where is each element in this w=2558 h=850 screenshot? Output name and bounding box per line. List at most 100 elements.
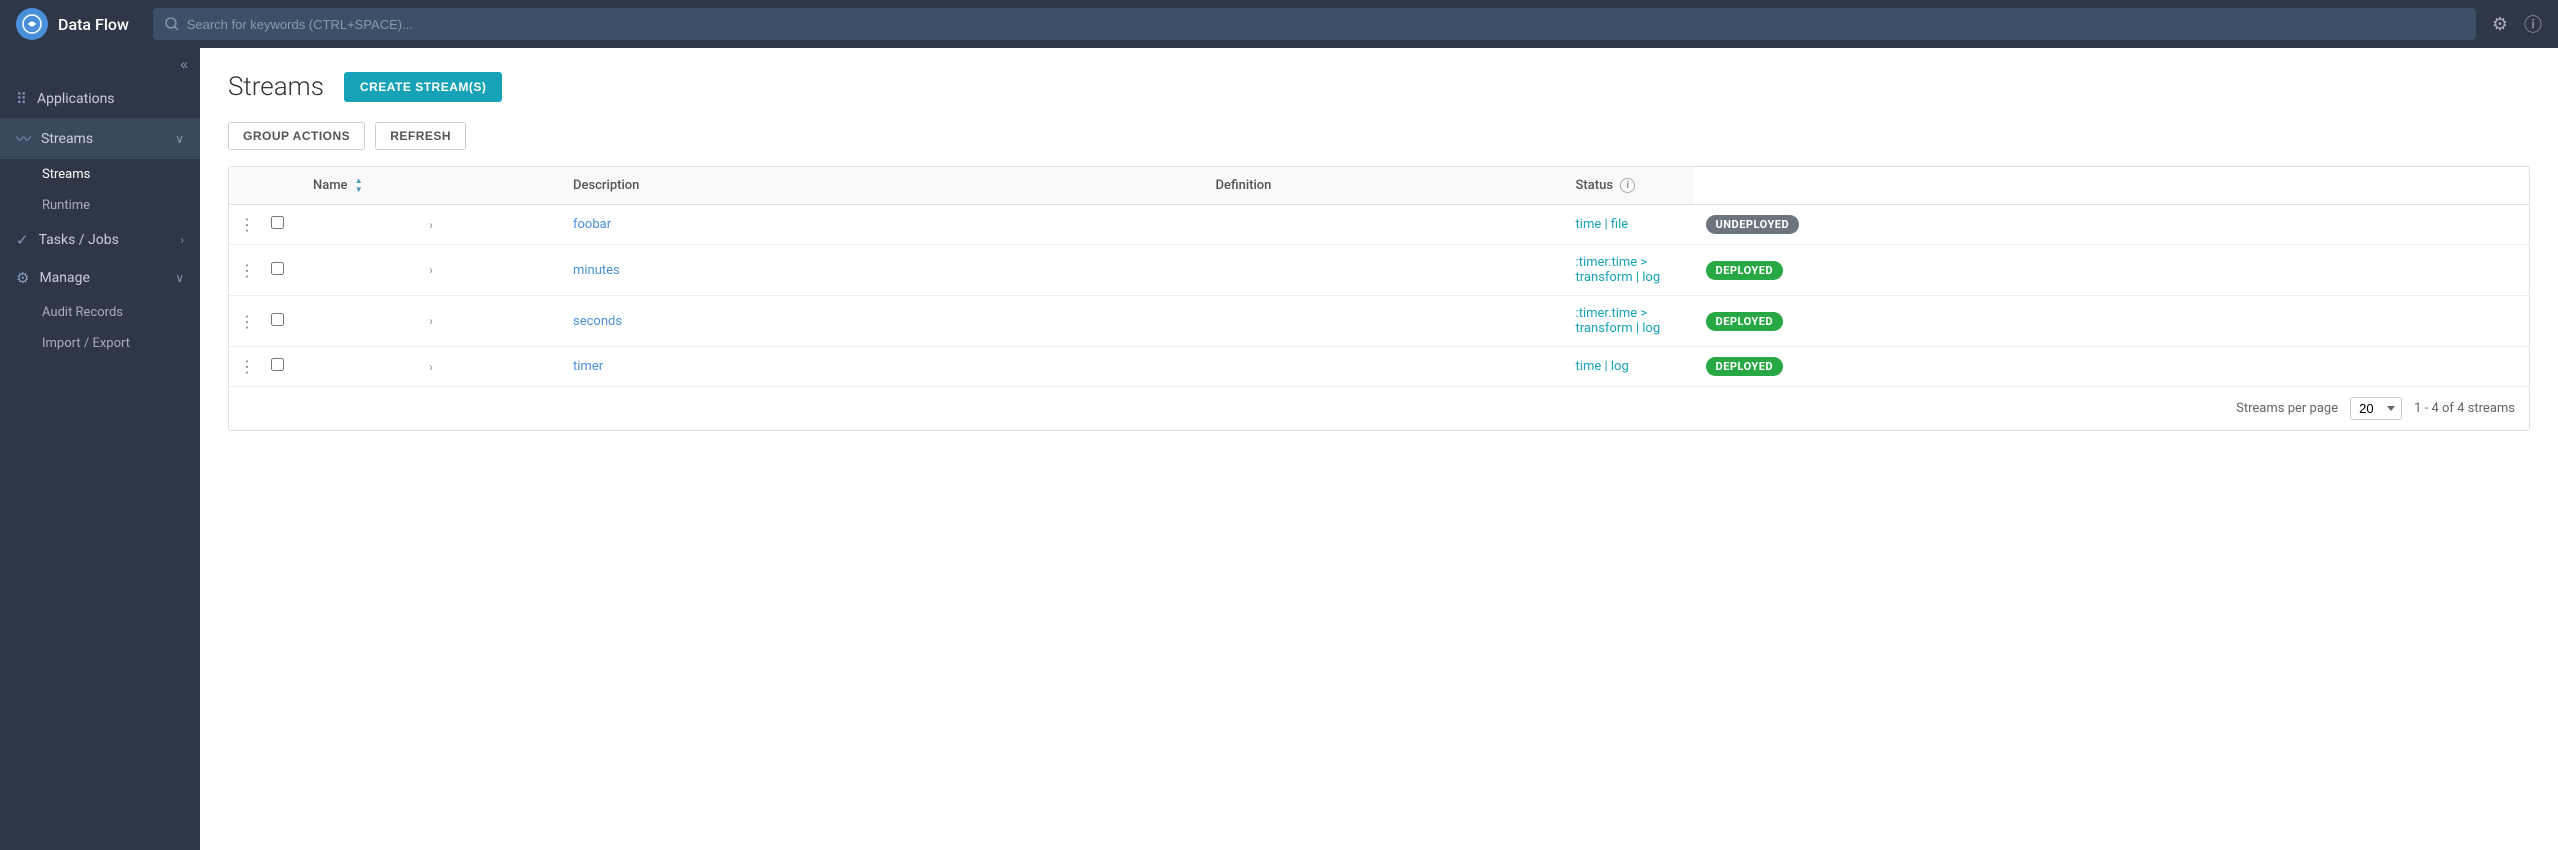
sidebar-item-manage-label: Manage	[39, 270, 89, 286]
expand-arrow-icon[interactable]: ›	[307, 263, 555, 277]
definition-value: time | file	[1576, 217, 1629, 232]
row-expand-cell[interactable]: ›	[301, 245, 561, 296]
streams-icon: 〰	[16, 128, 31, 149]
dots-menu-icon[interactable]: ⋮	[235, 215, 259, 234]
sort-desc-icon: ▼	[355, 186, 363, 194]
group-actions-button[interactable]: GROUP ACTIONS	[228, 122, 365, 150]
brand: Data Flow	[16, 8, 129, 40]
row-checkbox[interactable]	[271, 313, 284, 326]
expand-arrow-icon[interactable]: ›	[307, 218, 555, 232]
name-sort-icons[interactable]: ▲ ▼	[355, 177, 363, 194]
header-actions: ⚙ ⓘ	[2492, 11, 2542, 37]
status-info-icon[interactable]: i	[1620, 178, 1635, 193]
sidebar-item-manage[interactable]: ⚙ Manage ∨	[0, 259, 200, 297]
sidebar-item-applications-label: Applications	[37, 91, 115, 107]
stream-name-link[interactable]: timer	[573, 359, 603, 374]
row-name-cell: minutes	[561, 245, 1204, 296]
row-expand-cell[interactable]: ›	[301, 347, 561, 387]
dots-menu-icon[interactable]: ⋮	[235, 357, 259, 376]
main-content: Streams CREATE STREAM(S) GROUP ACTIONS R…	[200, 48, 2558, 850]
settings-icon[interactable]: ⚙	[2492, 14, 2508, 35]
row-expand-cell[interactable]: ›	[301, 296, 561, 347]
logo-icon	[22, 14, 42, 34]
manage-chevron-icon: ∨	[175, 271, 184, 285]
app-logo	[16, 8, 48, 40]
manage-icon: ⚙	[16, 269, 29, 287]
sidebar-item-applications[interactable]: ⠿ Applications	[0, 80, 200, 118]
page-header: Streams CREATE STREAM(S)	[228, 72, 2530, 102]
table-row: ⋮ › seconds :timer.time > transform | lo…	[229, 296, 2529, 347]
row-dots-cell[interactable]: ⋮	[229, 205, 265, 245]
row-dots-cell[interactable]: ⋮	[229, 245, 265, 296]
stream-name-link[interactable]: seconds	[573, 314, 622, 329]
table-row: ⋮ › foobar time | file UNDEPLOYED	[229, 205, 2529, 245]
row-description-cell	[1204, 296, 1564, 347]
refresh-button[interactable]: REFRESH	[375, 122, 466, 150]
collapse-button[interactable]: «	[180, 56, 188, 72]
row-name-cell: seconds	[561, 296, 1204, 347]
per-page-label: Streams per page	[2236, 401, 2338, 416]
table-row: ⋮ › minutes :timer.time > transform | lo…	[229, 245, 2529, 296]
status-badge: DEPLOYED	[1706, 312, 1784, 331]
dots-menu-icon[interactable]: ⋮	[235, 261, 259, 280]
stream-name-link[interactable]: minutes	[573, 263, 620, 278]
row-checkbox[interactable]	[271, 262, 284, 275]
info-icon[interactable]: ⓘ	[2524, 11, 2542, 37]
row-expand-cell[interactable]: ›	[301, 205, 561, 245]
table-footer: Streams per page 20 50 100 1 - 4 of 4 st…	[229, 386, 2529, 430]
row-definition-cell: time | file	[1564, 205, 1694, 245]
sidebar: « ⠿ Applications 〰 Streams ∨ Streams Run…	[0, 48, 200, 850]
row-definition-cell: time | log	[1564, 347, 1694, 387]
sidebar-collapse[interactable]: «	[0, 48, 200, 80]
app-title: Data Flow	[58, 15, 129, 34]
search-input[interactable]	[187, 17, 2464, 32]
row-checkbox-cell[interactable]	[265, 205, 301, 245]
search-bar[interactable]	[153, 8, 2476, 40]
status-badge: DEPLOYED	[1706, 261, 1784, 280]
row-description-cell	[1204, 205, 1564, 245]
sidebar-item-tasks-label: Tasks / Jobs	[39, 232, 119, 248]
expand-arrow-icon[interactable]: ›	[307, 314, 555, 328]
sidebar-item-streams[interactable]: 〰 Streams ∨	[0, 118, 200, 159]
status-col-header: Status i	[1564, 167, 1694, 205]
sidebar-sub-item-import-export[interactable]: Import / Export	[0, 328, 200, 359]
expand-col-header	[265, 167, 301, 205]
row-checkbox-cell[interactable]	[265, 347, 301, 387]
row-checkbox[interactable]	[271, 216, 284, 229]
definition-value: time | log	[1576, 359, 1629, 374]
row-status-cell: DEPLOYED	[1694, 347, 2529, 387]
streams-chevron-icon: ∨	[175, 132, 184, 146]
streams-table: Name ▲ ▼ Description Definition	[229, 167, 2529, 386]
definition-value: :timer.time > transform | log	[1576, 306, 1661, 336]
row-definition-cell: :timer.time > transform | log	[1564, 245, 1694, 296]
row-checkbox-cell[interactable]	[265, 296, 301, 347]
toolbar: GROUP ACTIONS REFRESH	[228, 122, 2530, 150]
stream-name-link[interactable]: foobar	[573, 217, 611, 232]
row-checkbox-cell[interactable]	[265, 245, 301, 296]
table-header-row: Name ▲ ▼ Description Definition	[229, 167, 2529, 205]
row-checkbox[interactable]	[271, 358, 284, 371]
row-description-cell	[1204, 347, 1564, 387]
page-range-label: 1 - 4 of 4 streams	[2414, 401, 2515, 416]
per-page-select[interactable]: 20 50 100	[2350, 397, 2402, 420]
row-status-cell: UNDEPLOYED	[1694, 205, 2529, 245]
applications-icon: ⠿	[16, 90, 27, 108]
table-body: ⋮ › foobar time | file UNDEPLOYED ⋮ › mi…	[229, 205, 2529, 387]
row-dots-cell[interactable]: ⋮	[229, 296, 265, 347]
row-definition-cell: :timer.time > transform | log	[1564, 296, 1694, 347]
name-col-header[interactable]: Name ▲ ▼	[301, 167, 561, 205]
row-dots-cell[interactable]: ⋮	[229, 347, 265, 387]
expand-arrow-icon[interactable]: ›	[307, 360, 555, 374]
create-stream-button[interactable]: CREATE STREAM(S)	[344, 72, 502, 102]
definition-value: :timer.time > transform | log	[1576, 255, 1661, 285]
sidebar-item-tasks[interactable]: ✓ Tasks / Jobs ›	[0, 221, 200, 259]
sidebar-item-streams-label: Streams	[41, 131, 93, 147]
tasks-icon: ✓	[16, 231, 29, 249]
sidebar-sub-item-audit-records[interactable]: Audit Records	[0, 297, 200, 328]
row-status-cell: DEPLOYED	[1694, 296, 2529, 347]
dots-menu-icon[interactable]: ⋮	[235, 312, 259, 331]
sort-asc-icon: ▲	[355, 177, 363, 185]
row-name-cell: timer	[561, 347, 1204, 387]
sidebar-sub-item-runtime[interactable]: Runtime	[0, 190, 200, 221]
sidebar-sub-item-streams[interactable]: Streams	[0, 159, 200, 190]
